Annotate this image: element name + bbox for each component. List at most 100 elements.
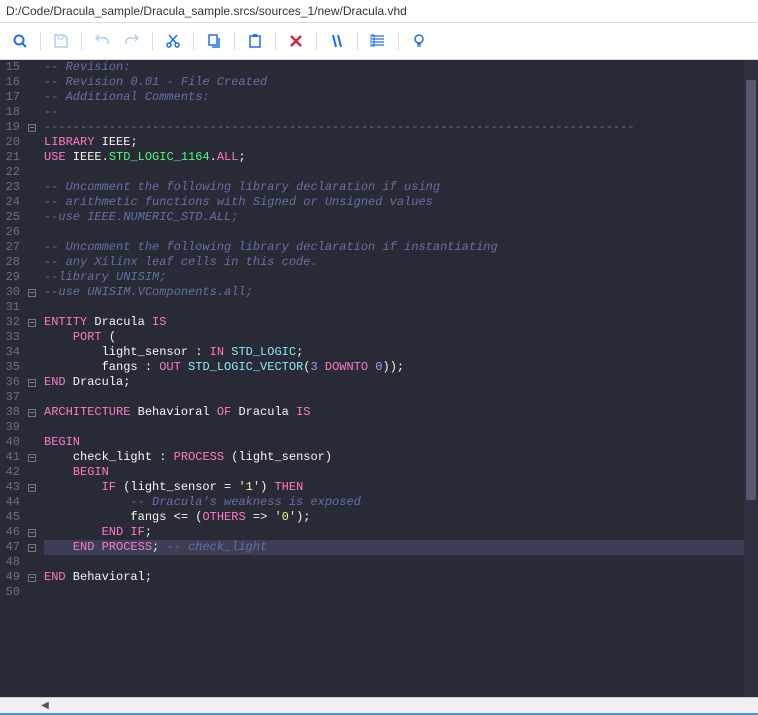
code-line[interactable]: fangs <= (OTHERS => '0'); [44,510,758,525]
code-line[interactable]: -- any Xilinx leaf cells in this code. [44,255,758,270]
code-line[interactable]: USE IEEE.STD_LOGIC_1164.ALL; [44,150,758,165]
fold-marker [26,465,38,480]
code-line[interactable]: ARCHITECTURE Behavioral OF Dracula IS [44,405,758,420]
code-line[interactable]: --use UNISIM.VComponents.all; [44,285,758,300]
code-line[interactable]: -- Uncomment the following library decla… [44,180,758,195]
code-line[interactable]: --use IEEE.NUMERIC_STD.ALL; [44,210,758,225]
search-icon[interactable] [8,29,32,53]
fold-marker[interactable]: − [26,405,38,420]
line-number: 16 [2,75,20,90]
code-line[interactable]: fangs : OUT STD_LOGIC_VECTOR(3 DOWNTO 0)… [44,360,758,375]
code-line[interactable]: ----------------------------------------… [44,120,758,135]
code-line[interactable]: light_sensor : IN STD_LOGIC; [44,345,758,360]
code-line[interactable] [44,225,758,240]
editor-toolbar [0,23,758,60]
cut-icon[interactable] [161,29,185,53]
fold-marker[interactable]: − [26,315,38,330]
code-line[interactable]: -- [44,105,758,120]
code-line[interactable]: BEGIN [44,465,758,480]
code-line[interactable]: -- Dracula's weakness is exposed [44,495,758,510]
vertical-scrollbar[interactable] [744,60,758,697]
line-number: 33 [2,330,20,345]
line-number: 27 [2,240,20,255]
code-line[interactable]: -- arithmetic functions with Signed or U… [44,195,758,210]
delete-icon[interactable] [284,29,308,53]
fold-column[interactable]: −−−−−−−−−− [26,60,38,697]
undo-icon [90,29,114,53]
scrollbar-thumb[interactable] [746,80,756,500]
code-line[interactable]: BEGIN [44,435,758,450]
copy-icon[interactable] [202,29,226,53]
code-line[interactable] [44,555,758,570]
fold-marker [26,360,38,375]
code-line[interactable]: ENTITY Dracula IS [44,315,758,330]
fold-marker[interactable]: − [26,540,38,555]
line-number: 21 [2,150,20,165]
line-number: 19 [2,120,20,135]
code-line[interactable]: -- Revision 0.01 - File Created [44,75,758,90]
line-number: 23 [2,180,20,195]
code-line[interactable]: END Behavioral; [44,570,758,585]
fold-marker [26,195,38,210]
line-number: 46 [2,525,20,540]
fold-marker[interactable]: − [26,375,38,390]
paste-icon[interactable] [243,29,267,53]
code-line[interactable]: --library UNISIM; [44,270,758,285]
separator [81,32,82,50]
line-number: 39 [2,420,20,435]
fold-marker[interactable]: − [26,120,38,135]
code-line[interactable]: IF (light_sensor = '1') THEN [44,480,758,495]
fold-marker [26,345,38,360]
lightbulb-icon[interactable] [407,29,431,53]
code-line[interactable]: END PROCESS; -- check_light [44,540,758,555]
code-line[interactable]: END IF; [44,525,758,540]
line-number: 35 [2,360,20,375]
code-line[interactable]: check_light : PROCESS (light_sensor) [44,450,758,465]
code-line[interactable] [44,165,758,180]
code-editor[interactable]: 1516171819202122232425262728293031323334… [0,60,758,697]
code-line[interactable]: PORT ( [44,330,758,345]
line-number-gutter: 1516171819202122232425262728293031323334… [0,60,26,697]
line-number: 40 [2,435,20,450]
fold-marker[interactable]: − [26,525,38,540]
line-number: 50 [2,585,20,600]
code-line[interactable]: -- Revision: [44,60,758,75]
code-line[interactable] [44,420,758,435]
code-line[interactable]: -- Additional Comments: [44,90,758,105]
code-line[interactable] [44,585,758,600]
line-number: 42 [2,465,20,480]
code-area[interactable]: -- Revision:-- Revision 0.01 - File Crea… [38,60,758,697]
indent-icon[interactable] [366,29,390,53]
line-number: 34 [2,345,20,360]
line-number: 25 [2,210,20,225]
comment-icon[interactable] [325,29,349,53]
fold-marker[interactable]: − [26,450,38,465]
fold-marker [26,510,38,525]
code-line[interactable]: LIBRARY IEEE; [44,135,758,150]
fold-marker [26,330,38,345]
line-number: 30 [2,285,20,300]
fold-marker [26,150,38,165]
fold-marker [26,495,38,510]
code-line[interactable]: -- Uncomment the following library decla… [44,240,758,255]
code-line[interactable]: END Dracula; [44,375,758,390]
line-number: 37 [2,390,20,405]
fold-marker [26,555,38,570]
line-number: 29 [2,270,20,285]
code-line[interactable] [44,300,758,315]
separator [234,32,235,50]
fold-marker [26,435,38,450]
fold-marker [26,60,38,75]
fold-marker [26,90,38,105]
horizontal-scrollbar[interactable]: ◀ [0,697,758,713]
fold-marker [26,105,38,120]
fold-marker[interactable]: − [26,570,38,585]
code-line[interactable] [44,390,758,405]
scroll-track[interactable] [52,699,758,713]
fold-marker[interactable]: − [26,285,38,300]
fold-marker[interactable]: − [26,480,38,495]
line-number: 17 [2,90,20,105]
line-number: 31 [2,300,20,315]
line-number: 38 [2,405,20,420]
scroll-left-icon[interactable]: ◀ [38,699,52,713]
